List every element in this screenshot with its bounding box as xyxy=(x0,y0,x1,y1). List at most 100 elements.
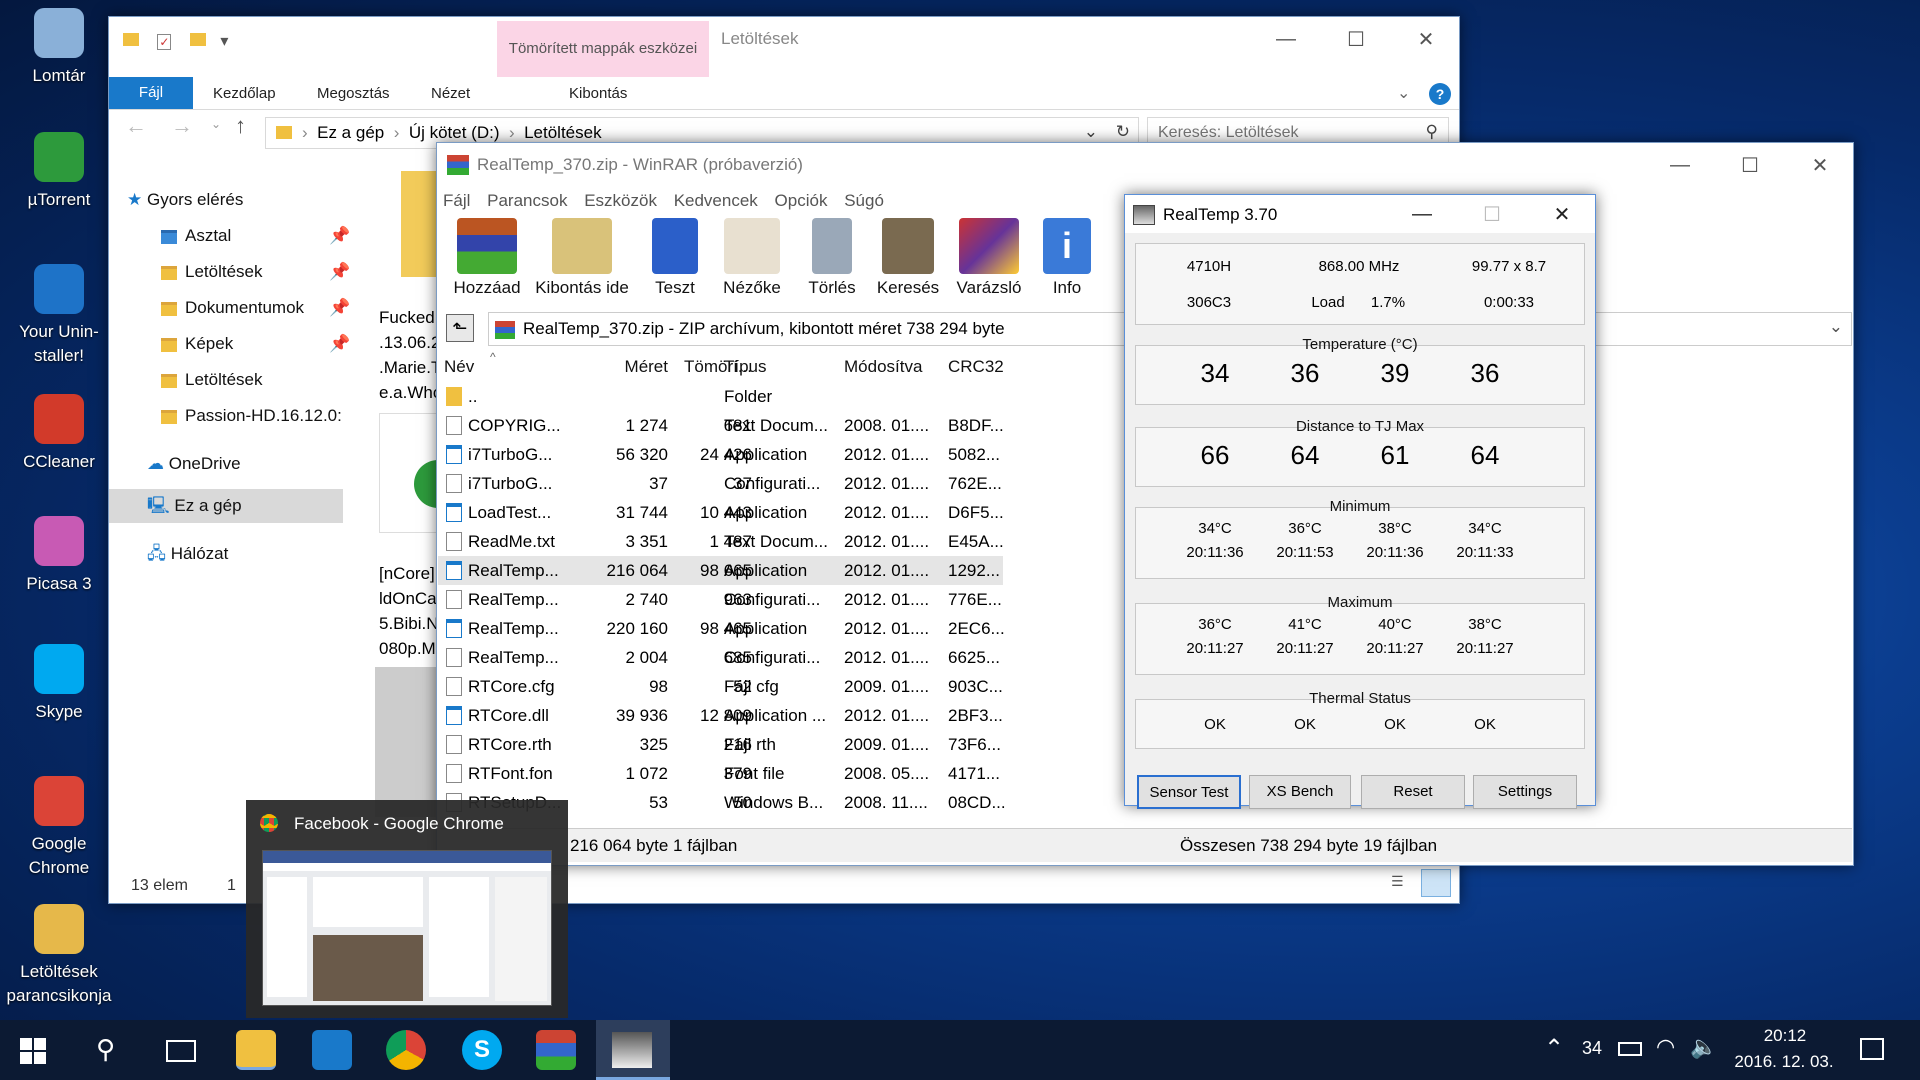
find-button[interactable]: Keresés xyxy=(872,218,944,298)
wifi-icon[interactable]: ◠ xyxy=(1656,1034,1675,1060)
table-row[interactable]: RealTemp... 2 740 963 Configurati... 2012. 0… xyxy=(438,585,1003,614)
large-icons-view-icon[interactable] xyxy=(1421,869,1451,897)
xs-bench-button[interactable]: XS Bench xyxy=(1249,775,1351,809)
menu-tools[interactable]: Eszközök xyxy=(584,191,657,210)
menu-commands[interactable]: Parancsok xyxy=(487,191,567,210)
tab-extract[interactable]: Kibontás xyxy=(569,79,627,109)
breadcrumb-item[interactable]: Letöltések xyxy=(524,123,602,142)
nav-pictures[interactable]: Képek 📌 xyxy=(161,327,350,361)
table-row[interactable]: RealTemp... 216 064 98 665 Application 2012.… xyxy=(438,556,1003,585)
preview-thumbnail[interactable] xyxy=(262,850,552,1006)
desktop-icon[interactable]: Lomtár xyxy=(0,8,118,88)
extract-here-button[interactable]: Kibontás ide xyxy=(530,218,634,298)
skype-taskbar-icon[interactable]: S xyxy=(462,1030,502,1070)
menu-favorites[interactable]: Kedvencek xyxy=(674,191,758,210)
column-crc32[interactable]: CRC32 xyxy=(948,352,1004,382)
nav-passion-folder[interactable]: Passion-HD.16.12.0: xyxy=(161,399,342,433)
nav-quick-access[interactable]: ★ Gyors elérés xyxy=(127,183,243,217)
action-center-icon[interactable] xyxy=(1860,1038,1884,1060)
chrome-taskbar-icon[interactable] xyxy=(386,1030,426,1070)
new-folder-icon[interactable] xyxy=(189,33,206,46)
quick-access-toolbar[interactable]: ✓ ▾ xyxy=(123,31,228,51)
desktop-icon[interactable]: Picasa 3 xyxy=(0,516,118,596)
folder-thumbnail[interactable] xyxy=(401,171,441,277)
test-button[interactable]: Teszt xyxy=(640,218,710,298)
nav-downloads[interactable]: Letöltések 📌 xyxy=(161,255,350,289)
maximize-button[interactable]: ☐ xyxy=(1457,195,1527,233)
sensor-test-button[interactable]: Sensor Test xyxy=(1137,775,1241,809)
tray-temperature[interactable]: 34 xyxy=(1582,1038,1602,1059)
info-button[interactable]: i Info xyxy=(1034,218,1100,298)
recent-locations-icon[interactable]: ⌄ xyxy=(211,117,221,131)
up-button[interactable]: ↑ xyxy=(235,113,246,139)
tab-home[interactable]: Kezdőlap xyxy=(213,79,276,109)
column-name[interactable]: Név xyxy=(444,352,474,382)
close-button[interactable]: ✕ xyxy=(1527,195,1597,233)
breadcrumb[interactable]: › Ez a gép › Új kötet (D:) › Letöltések xyxy=(302,123,602,143)
desktop-icon[interactable]: Skype xyxy=(0,644,118,724)
desktop-icon[interactable]: CCleaner xyxy=(0,394,118,474)
search-icon[interactable]: ⚲ xyxy=(96,1034,115,1065)
battery-icon[interactable] xyxy=(1618,1042,1642,1056)
details-view-icon[interactable]: ☰ xyxy=(1391,873,1415,895)
taskbar-preview[interactable]: Facebook - Google Chrome xyxy=(246,800,568,1018)
column-size[interactable]: Méret xyxy=(586,352,668,382)
view-button[interactable]: Nézőke xyxy=(716,218,788,298)
maximize-button[interactable]: ☐ xyxy=(1321,17,1391,61)
nav-onedrive[interactable]: ☁ OneDrive xyxy=(147,447,241,481)
realtemp-window[interactable]: RealTemp 3.70 — ☐ ✕ 4710H 868.00 MHz 99.… xyxy=(1124,194,1597,809)
clock-time[interactable]: 20:12 xyxy=(1740,1026,1830,1046)
menu-file[interactable]: Fájl xyxy=(443,191,470,210)
help-icon[interactable]: ? xyxy=(1429,83,1451,105)
back-button[interactable]: ← xyxy=(125,113,147,139)
table-row[interactable]: RTCore.dll 39 936 12 809 Application ... 201… xyxy=(438,701,1003,730)
column-modified[interactable]: Módosítva xyxy=(844,352,922,382)
table-row[interactable]: RealTemp... 2 004 685 Configurati... 2012. 0… xyxy=(438,643,1003,672)
windows-start-icon[interactable] xyxy=(20,1038,46,1064)
defender-taskbar-icon[interactable] xyxy=(312,1030,352,1070)
file-thumbnail[interactable] xyxy=(379,413,439,533)
menu-help[interactable]: Súgó xyxy=(844,191,884,210)
file-thumbnail[interactable] xyxy=(375,667,441,817)
nav-documents[interactable]: Dokumentumok 📌 xyxy=(161,291,350,325)
tab-share[interactable]: Megosztás xyxy=(317,79,390,109)
nav-downloads-2[interactable]: Letöltések xyxy=(161,363,263,397)
table-row[interactable]: i7TurboG... 37 37 Configurati... 2012. 01...… xyxy=(438,469,1003,498)
delete-button[interactable]: Törlés xyxy=(796,218,868,298)
desktop-icon[interactable]: Google Chrome xyxy=(0,776,118,880)
breadcrumb-item[interactable]: Ez a gép xyxy=(317,123,384,142)
minimize-button[interactable]: — xyxy=(1251,17,1321,61)
forward-button[interactable]: → xyxy=(171,113,193,139)
maximize-button[interactable]: ☐ xyxy=(1715,143,1785,187)
refresh-icon[interactable]: ↻ xyxy=(1116,122,1130,142)
file-name-text[interactable]: Fucked .13.06.2 .Marie.T e.a.Who xyxy=(379,305,439,405)
desktop-icon[interactable]: Letöltések parancsikonja xyxy=(0,904,118,1008)
chevron-down-icon[interactable]: ⌄ xyxy=(1829,317,1843,337)
up-folder-button[interactable]: ⬑ xyxy=(446,314,474,342)
desktop-icon[interactable]: Your Unin-staller! xyxy=(0,264,118,368)
table-row[interactable]: i7TurboG... 56 320 24 426 Application 2012. … xyxy=(438,440,1003,469)
wizard-button[interactable]: Varázsló xyxy=(948,218,1030,298)
chevron-down-icon[interactable]: ▾ xyxy=(220,33,228,50)
add-button[interactable]: Hozzáad xyxy=(446,218,528,298)
nav-network[interactable]: 🖧 Hálózat xyxy=(147,537,228,571)
minimize-button[interactable]: — xyxy=(1645,143,1715,187)
winrar-taskbar-icon[interactable] xyxy=(536,1030,576,1070)
file-name-text[interactable]: [nCore] ldOnCa 5.Bibi.N 080p.M xyxy=(379,561,439,661)
tab-file[interactable]: Fájl xyxy=(109,77,193,109)
task-view-icon[interactable] xyxy=(166,1040,196,1062)
table-row[interactable]: RealTemp... 220 160 98 465 Application 2012.… xyxy=(438,614,1005,643)
desktop-icon[interactable]: µTorrent xyxy=(0,132,118,212)
menu-options[interactable]: Opciók xyxy=(775,191,828,210)
file-explorer-taskbar-icon[interactable] xyxy=(236,1030,276,1070)
clock-date[interactable]: 2016. 12. 03. xyxy=(1726,1052,1842,1072)
table-row[interactable]: COPYRIG... 1 274 681 Text Docum... 2008. 01.… xyxy=(438,411,1004,440)
tab-view[interactable]: Nézet xyxy=(431,79,470,109)
chevron-down-icon[interactable]: ⌄ xyxy=(1397,83,1410,103)
table-row[interactable]: LoadTest... 31 744 10 443 Application 2012. … xyxy=(438,498,1004,527)
properties-icon[interactable]: ✓ xyxy=(157,34,172,50)
column-type[interactable]: Típus xyxy=(724,352,767,382)
nav-desktop[interactable]: Asztal 📌 xyxy=(161,219,350,253)
close-button[interactable]: ✕ xyxy=(1785,143,1855,187)
table-row[interactable]: RTCore.rth 325 216 Fájl rth 2009. 01.... 73F6… xyxy=(438,730,1003,759)
